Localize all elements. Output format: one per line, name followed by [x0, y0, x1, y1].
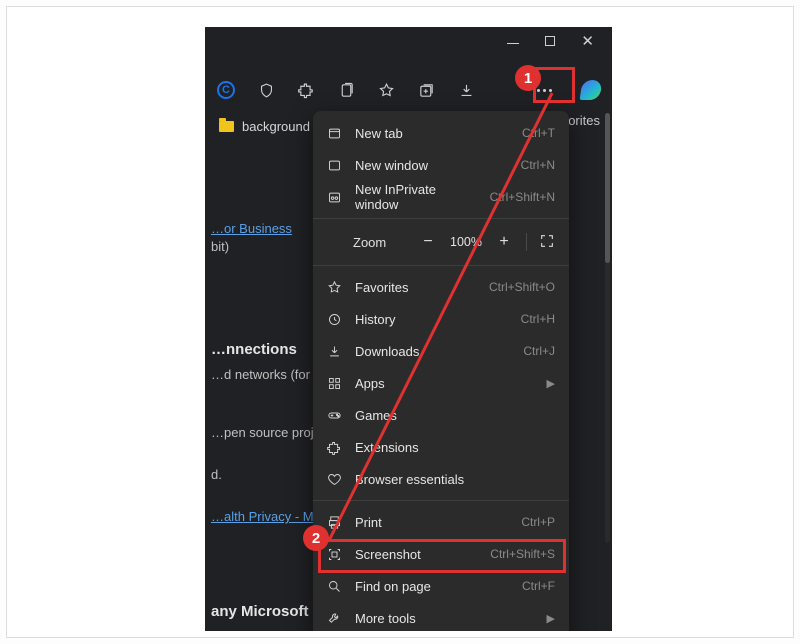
tutorial-canvas: ✕ C [6, 6, 794, 638]
menu-inprivate[interactable]: New InPrivate window Ctrl+Shift+N [313, 181, 569, 213]
favorites-folder[interactable]: background [242, 119, 310, 134]
puzzle-icon [325, 438, 343, 456]
menu-apps[interactable]: Apps ▶ [313, 367, 569, 399]
page-text: d. [211, 467, 222, 482]
download-icon [325, 342, 343, 360]
shortcut-text: Ctrl+T [522, 126, 555, 140]
star-icon [325, 278, 343, 296]
settings-and-more-menu: New tab Ctrl+T New window Ctrl+N New InP… [313, 111, 569, 631]
shortcut-text: Ctrl+P [521, 515, 555, 529]
favorites-star-icon[interactable] [375, 79, 397, 101]
heart-pulse-icon [325, 470, 343, 488]
folder-icon [219, 121, 234, 132]
menu-zoom: Zoom − 100% + [313, 224, 569, 260]
menu-extensions[interactable]: Extensions [313, 431, 569, 463]
menu-new-tab[interactable]: New tab Ctrl+T [313, 117, 569, 149]
menu-new-window[interactable]: New window Ctrl+N [313, 149, 569, 181]
menu-item-label: History [355, 312, 509, 327]
inprivate-icon [325, 188, 343, 206]
menu-item-label: Screenshot [355, 547, 478, 562]
menu-item-label: Print [355, 515, 509, 530]
shortcut-text: Ctrl+H [521, 312, 555, 326]
menu-item-label: Games [355, 408, 555, 423]
menu-item-label: Extensions [355, 440, 555, 455]
extensions-icon[interactable] [295, 79, 317, 101]
menu-divider [313, 218, 569, 219]
new-window-icon [325, 156, 343, 174]
apps-icon [325, 374, 343, 392]
chevron-right-icon: ▶ [547, 377, 555, 390]
maximize-button[interactable] [545, 36, 555, 46]
page-text: …pen source proje [211, 425, 321, 440]
menu-more-tools[interactable]: More tools ▶ [313, 602, 569, 631]
browser-toolbar: C [205, 73, 612, 107]
tools-icon [325, 609, 343, 627]
menu-item-label: New tab [355, 126, 510, 141]
collections-icon[interactable] [335, 79, 357, 101]
divider [526, 233, 527, 251]
screenshot-icon [325, 545, 343, 563]
menu-item-label: Downloads [355, 344, 511, 359]
menu-item-label: Favorites [355, 280, 477, 295]
fullscreen-icon[interactable] [539, 233, 557, 251]
zoom-percent: 100% [448, 235, 484, 249]
shortcut-text: Ctrl+Shift+O [489, 280, 555, 294]
menu-item-label: New window [355, 158, 509, 173]
scrollbar-thumb[interactable] [605, 113, 610, 263]
menu-item-label: Browser essentials [355, 472, 555, 487]
window-controls: ✕ [507, 36, 594, 48]
page-text: …d networks (for ex [211, 367, 327, 382]
menu-print[interactable]: Print Ctrl+P [313, 506, 569, 538]
chevron-right-icon: ▶ [547, 612, 555, 625]
close-window-button[interactable]: ✕ [581, 36, 594, 48]
zoom-in-button[interactable]: + [494, 232, 514, 252]
menu-item-label: New InPrivate window [355, 182, 478, 212]
games-icon [325, 406, 343, 424]
page-heading: …nnections [211, 341, 297, 358]
shield-icon[interactable] [255, 79, 277, 101]
history-icon [325, 310, 343, 328]
shortcut-text: Ctrl+Shift+S [490, 547, 555, 561]
edge-window: ✕ C [205, 27, 612, 631]
menu-item-label: Find on page [355, 579, 510, 594]
menu-browser-essentials[interactable]: Browser essentials [313, 463, 569, 495]
menu-games[interactable]: Games [313, 399, 569, 431]
menu-find-on-page[interactable]: Find on page Ctrl+F [313, 570, 569, 602]
menu-divider [313, 500, 569, 501]
tab-actions-icon[interactable] [415, 79, 437, 101]
print-icon [325, 513, 343, 531]
page-heading: any Microsoft [211, 603, 309, 620]
copilot-icon[interactable] [580, 79, 602, 101]
menu-history[interactable]: History Ctrl+H [313, 303, 569, 335]
menu-favorites[interactable]: Favorites Ctrl+Shift+O [313, 271, 569, 303]
menu-item-label: Apps [355, 376, 535, 391]
page-text: …or Business [211, 221, 292, 236]
shortcut-text: Ctrl+F [522, 579, 555, 593]
minimize-button[interactable] [507, 43, 519, 48]
other-favorites[interactable]: orites [568, 113, 600, 128]
menu-divider [313, 265, 569, 266]
download-icon[interactable] [455, 79, 477, 101]
search-icon [325, 577, 343, 595]
profile-icon[interactable]: C [215, 79, 237, 101]
menu-screenshot[interactable]: Screenshot Ctrl+Shift+S [313, 538, 569, 570]
more-menu-button[interactable] [526, 75, 562, 105]
page-text: bit) [211, 239, 229, 254]
menu-item-label: More tools [355, 611, 535, 626]
shortcut-text: Ctrl+Shift+N [490, 190, 555, 204]
zoom-out-button[interactable]: − [418, 232, 438, 252]
zoom-label: Zoom [325, 235, 386, 250]
new-tab-icon [325, 124, 343, 142]
shortcut-text: Ctrl+N [521, 158, 555, 172]
menu-downloads[interactable]: Downloads Ctrl+J [313, 335, 569, 367]
shortcut-text: Ctrl+J [523, 344, 555, 358]
